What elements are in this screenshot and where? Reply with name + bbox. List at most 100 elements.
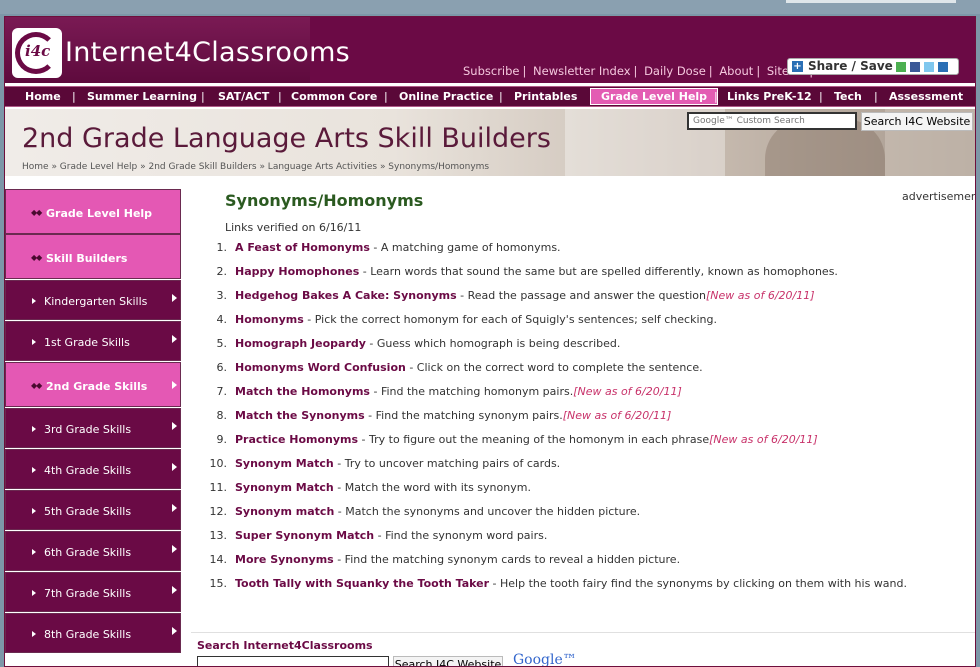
nav-tech[interactable]: Tech — [834, 90, 862, 103]
resource-description: - Read the passage and answer the questi… — [456, 289, 706, 302]
list-item-body: Happy Homophones - Learn words that soun… — [235, 265, 838, 278]
resource-link[interactable]: Practice Homonyms — [235, 433, 358, 446]
triangle-icon — [32, 339, 36, 345]
resource-link[interactable]: Synonym Match — [235, 481, 334, 494]
resource-link[interactable]: Match the Homonyms — [235, 385, 370, 398]
sidebar-item-grade-level-help[interactable]: ◆◆ Grade Level Help — [5, 189, 181, 234]
resource-link[interactable]: Match the Synonyms — [235, 409, 365, 422]
resource-description: - Click on the correct word to complete … — [405, 361, 703, 374]
site-header: i4c Internet4Classrooms Subscribe | Newsl… — [5, 17, 975, 83]
triangle-icon — [32, 590, 36, 596]
list-item-body: Match the Synonyms - Find the matching s… — [235, 409, 671, 422]
sidebar-item-5th-grade[interactable]: 5th Grade Skills — [5, 490, 181, 530]
resource-link[interactable]: Hedgehog Bakes A Cake: Synonyms — [235, 289, 457, 302]
resource-description: - Help the tooth fairy find the synonyms… — [489, 577, 907, 590]
main-nav: Home | Summer Learning | SAT/ACT | Commo… — [5, 86, 975, 107]
nav-home[interactable]: Home — [25, 90, 61, 103]
nav-printables[interactable]: Printables — [514, 90, 577, 103]
list-item-number: 2. — [216, 265, 228, 278]
sidebar-item-skill-builders[interactable]: ◆◆ Skill Builders — [5, 234, 181, 279]
nav-sat-act[interactable]: SAT/ACT — [218, 90, 269, 103]
resource-description: - Try to uncover matching pairs of cards… — [333, 457, 561, 470]
nav-assessment[interactable]: Assessment — [889, 90, 963, 103]
resource-description: - Try to figure out the meaning of the h… — [358, 433, 710, 446]
sidebar-item-6th-grade[interactable]: 6th Grade Skills — [5, 531, 181, 571]
subscribe-link[interactable]: Subscribe — [463, 64, 520, 78]
nav-links-prek-12[interactable]: Links PreK-12 — [727, 90, 812, 103]
resource-link[interactable]: Super Synonym Match — [235, 529, 374, 542]
list-item-body: Synonym Match - Match the word with its … — [235, 481, 531, 494]
site-logo-icon[interactable]: i4c — [12, 28, 62, 78]
facebook-icon — [910, 62, 920, 72]
daily-dose-link[interactable]: Daily Dose — [644, 64, 706, 78]
list-item-number: 6. — [216, 361, 228, 374]
list-item-body: More Synonyms - Find the matching synony… — [235, 553, 680, 566]
resource-description: - Find the matching synonym pairs. — [364, 409, 563, 422]
new-badge: [New as of 6/20/11] — [562, 409, 672, 422]
resource-link[interactable]: Synonym match — [235, 505, 334, 518]
google-logo: Google™ — [513, 652, 577, 667]
site-name[interactable]: Internet4Classrooms — [65, 37, 350, 68]
list-item-body: Match the Homonyms - Find the matching h… — [235, 385, 682, 398]
resource-link[interactable]: A Feast of Homonyms — [235, 241, 370, 254]
top-search-button[interactable]: Search I4C Website — [861, 112, 973, 131]
triangle-icon — [32, 631, 36, 637]
list-item-body: Homograph Jeopardy - Guess which homogra… — [235, 337, 620, 350]
new-badge: [New as of 6/20/11] — [709, 433, 818, 446]
resource-link[interactable]: Synonym Match — [235, 457, 334, 470]
nav-grade-level-help[interactable]: Grade Level Help — [590, 88, 719, 105]
twitter-icon — [924, 62, 934, 72]
page-title: Synonyms/Homonyms — [225, 191, 424, 210]
sidebar-item-kindergarten[interactable]: Kindergarten Skills — [5, 280, 181, 320]
resource-description: - Pick the correct homonym for each of S… — [303, 313, 717, 326]
bottom-search-input[interactable] — [197, 656, 389, 666]
nav-common-core[interactable]: Common Core — [291, 90, 377, 103]
newsletter-index-link[interactable]: Newsletter Index — [533, 64, 630, 78]
triangle-icon — [32, 298, 36, 304]
sidebar-item-7th-grade[interactable]: 7th Grade Skills — [5, 572, 181, 612]
logo-panel[interactable]: i4c Internet4Classrooms — [5, 17, 350, 83]
sidebar-item-8th-grade[interactable]: 8th Grade Skills — [5, 613, 181, 653]
resource-description: - Guess which homograph is being describ… — [365, 337, 621, 350]
address-bar[interactable] — [786, 0, 956, 3]
share-green-icon — [896, 62, 906, 72]
sidebar-item-2nd-grade[interactable]: ◆◆ 2nd Grade Skills — [5, 362, 181, 407]
list-item-body: Hedgehog Bakes A Cake: Synonyms - Read t… — [235, 289, 815, 302]
triangle-icon — [32, 508, 36, 514]
list-item-body: Synonym Match - Try to uncover matching … — [235, 457, 560, 470]
plus-icon: + — [792, 61, 803, 72]
list-item-body: Tooth Tally with Squanky the Tooth Taker… — [235, 577, 907, 590]
banner-title: 2nd Grade Language Arts Skill Builders — [22, 123, 551, 154]
sidebar-item-4th-grade[interactable]: 4th Grade Skills — [5, 449, 181, 489]
resource-description: - A matching game of homonyms. — [369, 241, 561, 254]
resource-link[interactable]: Homograph Jeopardy — [235, 337, 366, 350]
resource-link[interactable]: Happy Homophones — [235, 265, 359, 278]
resource-link[interactable]: Homonyms — [235, 313, 304, 326]
list-item-number: 13. — [209, 529, 228, 542]
list-item-body: Homonyms - Pick the correct homonym for … — [235, 313, 717, 326]
nav-summer-learning[interactable]: Summer Learning — [87, 90, 197, 103]
top-links: Subscribe | Newsletter Index | Daily Dose |… — [463, 64, 817, 78]
resource-link[interactable]: Homonyms Word Confusion — [235, 361, 406, 374]
resource-description: - Learn words that sound the same but ar… — [359, 265, 838, 278]
triangle-icon — [32, 549, 36, 555]
bottom-search-button[interactable]: Search I4C Website — [393, 656, 503, 666]
nav-online-practice[interactable]: Online Practice — [399, 90, 493, 103]
resource-link[interactable]: Tooth Tally with Squanky the Tooth Taker — [235, 577, 489, 590]
top-search-input[interactable] — [687, 112, 857, 130]
about-link[interactable]: About — [719, 64, 753, 78]
share-save-label: Share / Save — [808, 59, 893, 73]
sidebar-item-3rd-grade[interactable]: 3rd Grade Skills — [5, 408, 181, 448]
page-banner: 2nd Grade Language Arts Skill Builders H… — [5, 109, 975, 176]
list-item-number: 5. — [216, 337, 228, 350]
resource-link[interactable]: More Synonyms — [235, 553, 334, 566]
breadcrumb[interactable]: Home » Grade Level Help » 2nd Grade Skil… — [22, 162, 489, 172]
verified-date: Links verified on 6/16/11 — [225, 221, 362, 234]
list-item-body: Super Synonym Match - Find the synonym w… — [235, 529, 547, 542]
share-save-button[interactable]: + Share / Save — [787, 58, 959, 75]
bullet-icon: ◆◆ — [31, 208, 42, 217]
bullet-icon: ◆◆ — [31, 381, 42, 390]
sidebar-item-1st-grade[interactable]: 1st Grade Skills — [5, 321, 181, 361]
list-item-number: 1. — [216, 241, 228, 254]
chevron-right-icon — [172, 586, 177, 594]
